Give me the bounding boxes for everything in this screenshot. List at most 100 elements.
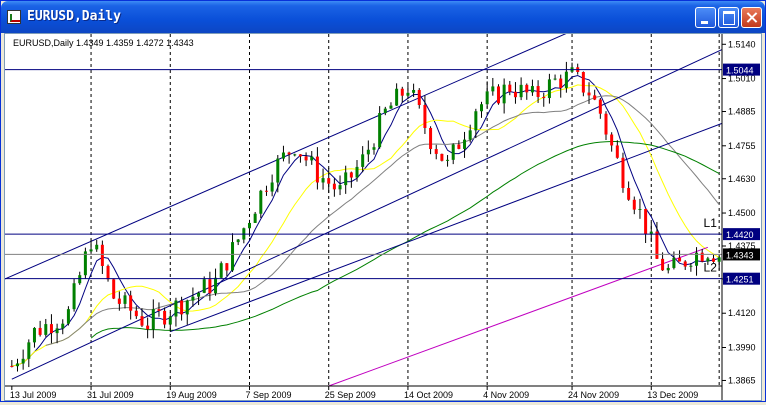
candle-body	[581, 71, 585, 93]
candle-body	[134, 310, 138, 317]
candle-body	[129, 295, 133, 311]
ma-mid-line	[11, 84, 720, 367]
candle-body	[61, 323, 65, 329]
candle-body	[463, 139, 467, 149]
candle-body	[689, 265, 693, 267]
price-label: 1.4500	[728, 208, 756, 218]
candle-body	[123, 295, 127, 304]
candle-body	[208, 279, 212, 294]
moving-averages	[11, 74, 720, 387]
candle-body	[717, 257, 721, 262]
candle-body	[615, 145, 619, 158]
candle-body	[480, 104, 484, 112]
candle-body	[559, 78, 563, 88]
candlesticks	[10, 61, 721, 372]
candle-body	[151, 309, 155, 330]
candle-body	[197, 292, 201, 297]
close-icon[interactable]	[741, 7, 762, 28]
title-bar[interactable]: EURUSD,Daily	[1, 1, 765, 33]
candle-body	[95, 244, 99, 250]
candle-body	[378, 113, 382, 148]
candle-body	[168, 316, 172, 325]
candle-body	[502, 84, 506, 104]
candle-body	[66, 309, 70, 324]
time-axis: 13 Jul 2009 31 Jul 2009 19 Aug 2009 7 Sep 2…	[5, 385, 722, 400]
candle-body	[44, 324, 48, 335]
candle-body	[38, 327, 42, 335]
candle-body	[293, 154, 297, 156]
price-label: 1.4885	[728, 107, 756, 117]
candle-body	[321, 178, 325, 183]
chart-area[interactable]: L1 L2 EURUSD,Daily 1.4349 1.4359 1.4272 1…	[4, 28, 762, 401]
candle-body	[310, 156, 314, 161]
price-chart[interactable]: L1 L2 EURUSD,Daily 1.4349 1.4359 1.4272 1…	[4, 28, 761, 400]
candle-body	[163, 310, 167, 325]
level-price-label: 1.4420	[726, 230, 754, 240]
candle-body	[253, 213, 257, 223]
candle-body	[593, 95, 597, 100]
candle-body	[21, 358, 25, 364]
candle-body	[587, 92, 591, 96]
candle-body	[683, 261, 687, 267]
level-price-label: 1.5044	[726, 66, 754, 76]
candle-body	[180, 300, 184, 315]
candle-body	[106, 265, 110, 280]
chart-window-icon[interactable]	[7, 10, 21, 24]
candle-body	[553, 78, 557, 80]
price-axis: 1.51401.50101.48851.47551.46301.45001.43…	[721, 34, 760, 400]
candle-body	[270, 182, 274, 192]
channel-lower-line	[11, 49, 723, 380]
candle-body	[519, 84, 523, 98]
level-price-label: 1.4251	[726, 275, 754, 285]
candle-body	[627, 187, 631, 200]
time-label: 13 Dec 2009	[647, 390, 698, 400]
candle-body	[672, 257, 676, 268]
candle-body	[525, 84, 529, 93]
time-label: 4 Nov 2009	[483, 390, 529, 400]
candle-body	[542, 96, 546, 99]
candle-body	[491, 86, 495, 92]
candle-body	[366, 149, 370, 155]
candle-body	[259, 190, 263, 214]
level-name-label: L1	[704, 216, 718, 230]
minimize-icon[interactable]	[695, 7, 716, 28]
period-separators	[90, 34, 720, 386]
candle-body	[485, 91, 489, 105]
candle-body	[281, 152, 285, 159]
price-label: 1.4630	[728, 174, 756, 184]
candle-body	[140, 316, 144, 326]
candle-body	[389, 105, 393, 109]
trend-lines	[4, 28, 723, 380]
candle-body	[27, 342, 31, 359]
candle-body	[661, 258, 665, 271]
candle-body	[513, 91, 517, 98]
candle-body	[412, 89, 416, 93]
maximize-icon[interactable]	[718, 7, 739, 28]
level-name-label: L2	[704, 261, 718, 275]
candle-body	[423, 105, 427, 128]
time-label: 7 Sep 2009	[245, 390, 291, 400]
candle-body	[298, 154, 302, 157]
price-label: 1.4120	[728, 308, 756, 318]
candle-body	[446, 159, 450, 161]
candle-body	[400, 88, 404, 96]
candle-body	[678, 257, 682, 262]
candle-body	[174, 300, 178, 317]
candle-body	[440, 153, 444, 161]
candle-body	[146, 325, 150, 330]
candle-body	[406, 92, 410, 96]
horizontal-levels: L1 L2	[5, 69, 722, 280]
candle-body	[564, 71, 568, 88]
time-label: 19 Aug 2009	[166, 390, 217, 400]
candle-body	[304, 156, 308, 161]
candle-body	[15, 363, 19, 367]
candle-body	[429, 127, 433, 150]
candle-body	[417, 89, 421, 106]
candle-body	[536, 86, 540, 97]
candle-body	[547, 79, 551, 99]
current-price-label: 1.4343	[726, 250, 754, 260]
candle-body	[202, 279, 206, 293]
candle-body	[315, 156, 319, 183]
candle-body	[361, 154, 365, 167]
candle-body	[100, 244, 104, 266]
